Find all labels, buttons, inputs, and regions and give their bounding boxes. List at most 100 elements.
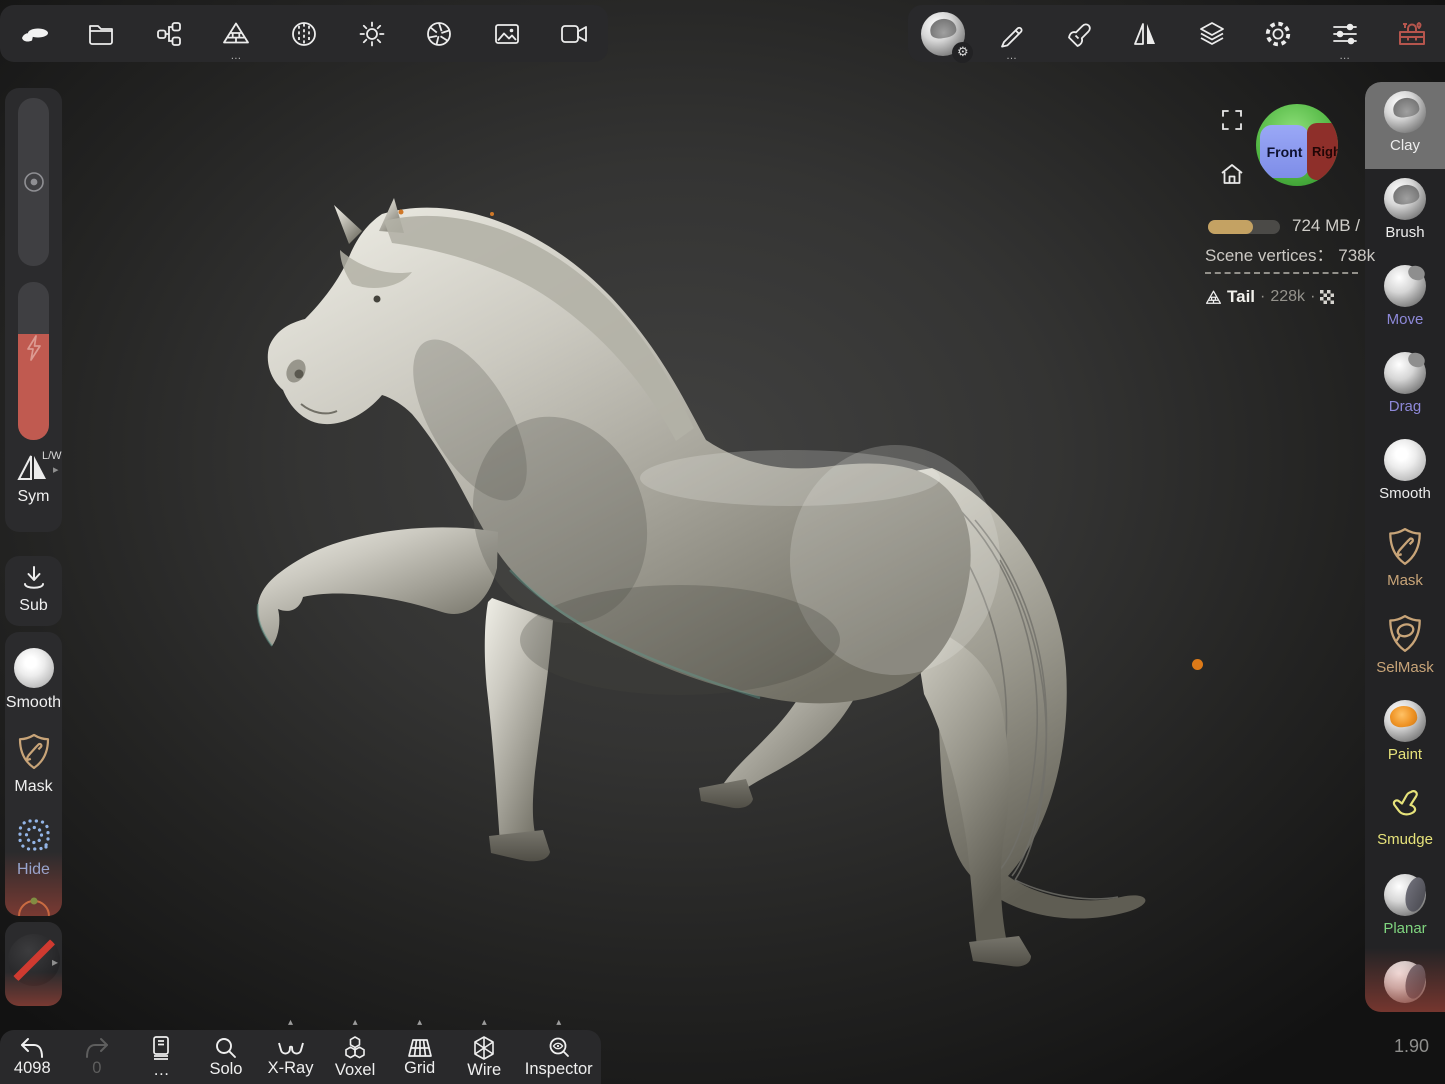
files-button[interactable] xyxy=(81,5,121,62)
top-right-toolbar: ⚙ … xyxy=(908,5,1445,62)
image-icon xyxy=(493,20,521,48)
tool-drag[interactable]: Drag xyxy=(1365,343,1445,430)
tool-planar[interactable]: Planar xyxy=(1365,865,1445,952)
scene-vertices-value: 738k xyxy=(1338,246,1375,265)
lighting-button[interactable] xyxy=(352,5,392,62)
symmetry-button[interactable] xyxy=(1125,5,1165,62)
gizmo-right-face[interactable]: Right xyxy=(1307,123,1338,180)
brush-sliders-panel: L/W ▸ Sym xyxy=(5,88,62,532)
nomad-sculpt-app: 1.90 … xyxy=(0,0,1445,1084)
tool-move[interactable]: Move xyxy=(1365,256,1445,343)
mirror-triangle-icon xyxy=(1132,22,1158,46)
voxel-cubes-icon xyxy=(342,1035,368,1061)
tool-label: Clay xyxy=(1390,138,1420,154)
matcap-button[interactable]: ⚙ xyxy=(921,5,965,62)
layers-icon xyxy=(1198,20,1226,48)
video-camera-icon xyxy=(560,23,588,45)
tool-label: Paint xyxy=(1388,747,1422,763)
texture-checker-icon xyxy=(1320,290,1334,304)
smooth-ball-icon[interactable] xyxy=(14,648,54,688)
mask-shield-icon[interactable] xyxy=(15,732,53,772)
grid-label: Grid xyxy=(404,1059,435,1077)
scene-vertices-line: Scene vertices： 738k xyxy=(1205,241,1375,266)
stroke-button[interactable]: … xyxy=(992,5,1032,62)
redo-arrow-icon xyxy=(84,1037,110,1059)
material-button[interactable] xyxy=(284,5,324,62)
grid-expand-caret-icon[interactable]: ▴ xyxy=(417,1017,422,1028)
selected-mesh-name: Tail xyxy=(1227,287,1255,307)
tool-clay[interactable]: Clay xyxy=(1365,82,1445,169)
scene-graph-icon xyxy=(155,20,183,48)
clay-ball-icon xyxy=(1384,91,1426,133)
app-logo-button[interactable] xyxy=(14,5,54,62)
mask-quick-label[interactable]: Mask xyxy=(5,778,62,796)
hide-dotted-icon[interactable] xyxy=(15,816,53,854)
matcap-disabled-caret-icon[interactable]: ▸ xyxy=(52,955,58,969)
sliders-icon xyxy=(1331,20,1359,48)
selected-mesh-line[interactable]: Tail · 228k · xyxy=(1205,287,1334,307)
material-sphere-icon xyxy=(290,20,318,48)
tool-brush[interactable]: Brush xyxy=(1365,169,1445,256)
voxel-button[interactable]: ▴ Voxel xyxy=(331,1030,379,1084)
folder-icon xyxy=(87,20,115,48)
partial-ball-icon xyxy=(1384,961,1426,1003)
radius-slider[interactable] xyxy=(18,98,49,266)
background-button[interactable] xyxy=(487,5,527,62)
sym-label[interactable]: Sym xyxy=(5,488,62,506)
wire-expand-caret-icon[interactable]: ▴ xyxy=(482,1017,487,1028)
painting-button[interactable] xyxy=(1059,5,1099,62)
camera-button[interactable] xyxy=(554,5,594,62)
tool-label: Move xyxy=(1387,312,1424,328)
drag-ball-icon xyxy=(1384,352,1426,394)
matcap-gear-badge-icon[interactable]: ⚙ xyxy=(952,42,973,63)
left-quick-tools-panel: Smooth Mask Hide xyxy=(5,632,62,916)
smooth-quick-label[interactable]: Smooth xyxy=(5,694,62,712)
inspector-eye-icon xyxy=(547,1036,571,1060)
voxel-expand-caret-icon[interactable]: ▴ xyxy=(353,1017,358,1028)
xray-label: X-Ray xyxy=(268,1059,314,1077)
xray-expand-caret-icon[interactable]: ▴ xyxy=(288,1017,293,1028)
debug-tools-button[interactable] xyxy=(1392,5,1432,62)
quick-settings-more-dots: … xyxy=(1339,52,1351,61)
tool-next-partial[interactable] xyxy=(1365,952,1445,1012)
matcap-ball-icon: ⚙ xyxy=(921,12,965,56)
quick-settings-button[interactable]: … xyxy=(1325,5,1365,62)
tool-mask[interactable]: Mask xyxy=(1365,517,1445,604)
memory-usage-fill xyxy=(1208,220,1253,234)
solo-label: Solo xyxy=(209,1060,242,1078)
sym-caret-icon[interactable]: ▸ xyxy=(53,463,59,476)
xray-button[interactable]: ▴ X-Ray xyxy=(267,1030,315,1084)
gizmo-front-face[interactable]: Front xyxy=(1260,125,1309,178)
wire-button[interactable]: ▴ Wire xyxy=(460,1030,508,1084)
layers-button[interactable] xyxy=(1192,5,1232,62)
inspector-button[interactable]: ▴ Inspector xyxy=(525,1030,593,1084)
history-button[interactable]: … xyxy=(137,1030,185,1084)
hide-label[interactable]: Hide xyxy=(5,861,62,879)
scene-graph-button[interactable] xyxy=(149,5,189,62)
fullscreen-button[interactable] xyxy=(1221,109,1243,131)
sub-label[interactable]: Sub xyxy=(5,597,62,615)
solo-button[interactable]: Solo xyxy=(202,1030,250,1084)
inspector-expand-caret-icon[interactable]: ▴ xyxy=(556,1017,561,1028)
tool-selmask[interactable]: SelMask xyxy=(1365,604,1445,691)
undo-button[interactable]: 4098 xyxy=(8,1030,56,1084)
orientation-gizmo[interactable]: Front Right xyxy=(1256,104,1338,186)
redo-button[interactable]: 0 xyxy=(73,1030,121,1084)
home-view-button[interactable] xyxy=(1220,163,1244,185)
undo-count: 4098 xyxy=(14,1059,51,1077)
undo-arrow-icon xyxy=(19,1037,45,1059)
tool-smudge[interactable]: Smudge xyxy=(1365,778,1445,865)
tool-paint[interactable]: Paint xyxy=(1365,691,1445,778)
postprocess-button[interactable] xyxy=(419,5,459,62)
aperture-icon xyxy=(425,20,453,48)
topology-button[interactable]: … xyxy=(216,5,256,62)
redo-count: 0 xyxy=(92,1059,101,1077)
top-left-toolbar: … xyxy=(0,5,608,62)
gizmo-partial-icon[interactable] xyxy=(14,894,54,916)
intensity-slider[interactable] xyxy=(18,282,49,440)
grid-button[interactable]: ▴ Grid xyxy=(396,1030,444,1084)
history-book-icon xyxy=(150,1035,172,1061)
settings-button[interactable] xyxy=(1258,5,1298,62)
sub-arrow-icon[interactable] xyxy=(19,564,49,594)
tool-smooth[interactable]: Smooth xyxy=(1365,430,1445,517)
